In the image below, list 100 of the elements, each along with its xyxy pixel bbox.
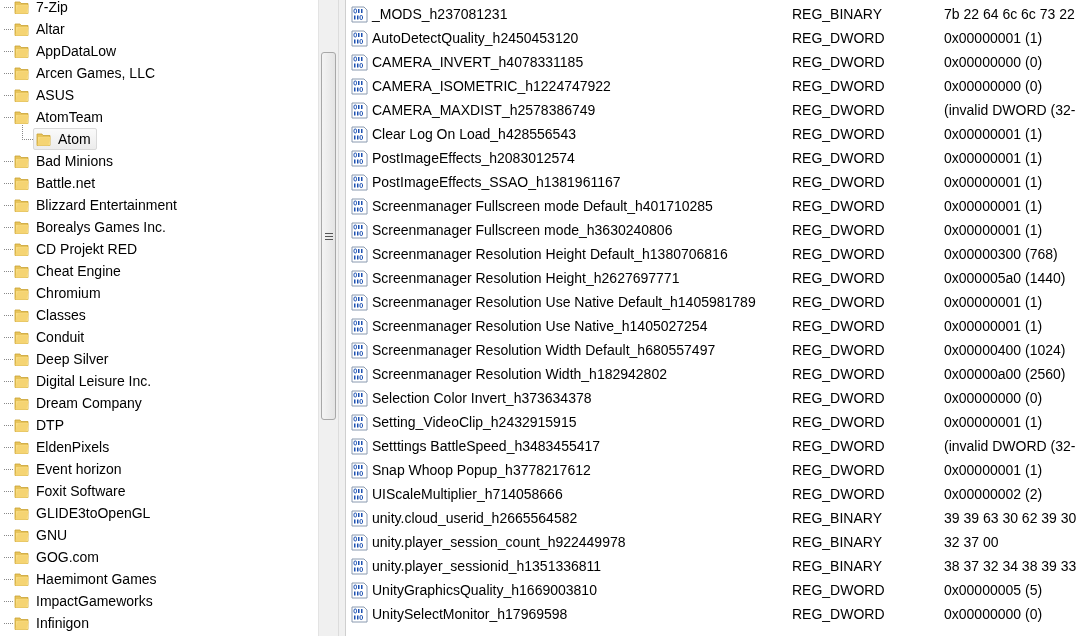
value-type: REG_DWORD [791,318,886,334]
binary-value-icon [351,245,368,263]
value-type: REG_DWORD [791,366,886,382]
folder-icon [14,351,30,367]
tree-item[interactable]: Dream Company [11,392,148,414]
folder-icon [14,219,30,235]
value-type: REG_DWORD [791,438,886,454]
value-name: Setting_VideoClip_h2432915915 [372,414,578,430]
folder-icon [14,373,30,389]
binary-value-icon [351,557,368,575]
value-type: REG_DWORD [791,342,886,358]
binary-value-icon [351,5,368,23]
scrollbar[interactable] [318,0,338,636]
value-type: REG_DWORD [791,126,886,142]
value-type: REG_DWORD [791,30,886,46]
tree-item[interactable]: Cheat Engine [11,260,127,282]
value-name: unity.player_sessionid_h1351336811 [372,558,603,574]
binary-value-icon [351,53,368,71]
value-name: Screenmanager Resolution Use Native Default_h1405981789 [372,294,757,310]
tree-item[interactable]: GNU [11,524,74,546]
value-data: 0x00000001 (1) [944,30,1044,46]
tree-item[interactable]: Bad Minions [11,150,120,172]
value-name: unity.cloud_userid_h2665564582 [372,510,579,526]
tree-item[interactable]: Chromium [11,282,107,304]
value-name: Screenmanager Fullscreen mode Default_h401710285 [372,198,714,214]
tree-item[interactable]: Deep Silver [11,348,115,370]
folder-icon [14,285,30,301]
tree-item[interactable]: Digital Leisure Inc. [11,370,158,392]
value-data: 0x00000001 (1) [944,318,1044,334]
value-data: 0x00000002 (2) [944,486,1044,502]
value-type: REG_DWORD [791,414,886,430]
value-type: REG_DWORD [791,54,886,70]
scrollbar-thumb[interactable] [321,52,336,420]
value-name: CAMERA_INVERT_h4078331185 [372,54,585,70]
folder-icon [14,0,30,15]
value-data: 39 39 63 30 62 39 30 [944,510,1078,526]
binary-value-icon [351,317,368,335]
value-data: (invalid DWORD (32- [944,102,1077,118]
value-name: PostImageEffects_h2083012574 [372,150,576,166]
tree-item[interactable]: Infinigon [11,612,95,634]
binary-value-icon [351,413,368,431]
tree-item[interactable]: Atom [33,128,97,150]
tree-item[interactable]: Conduit [11,326,91,348]
value-type: REG_DWORD [791,102,886,118]
value-data: 0x00000001 (1) [944,294,1044,310]
value-type: REG_DWORD [791,222,886,238]
folder-icon [14,153,30,169]
tree-item[interactable]: AppDataLow [11,40,123,62]
tree-item[interactable]: Arcen Games, LLC [11,62,162,84]
tree-item[interactable]: GLIDE3toOpenGL [11,502,157,524]
tree-item[interactable]: DTP [11,414,70,436]
value-data: 0x000005a0 (1440) [944,270,1067,286]
folder-icon [14,571,30,587]
binary-value-icon [351,437,368,455]
tree-item[interactable]: 7-Zip [11,0,74,18]
value-type: REG_DWORD [791,270,886,286]
tree-item[interactable]: Borealys Games Inc. [11,216,172,238]
binary-value-icon [351,389,368,407]
value-name: Screenmanager Fullscreen mode_h3630240806 [372,222,674,238]
value-name: UnitySelectMonitor_h17969598 [372,606,569,622]
folder-icon [14,307,30,323]
folder-icon [14,197,30,213]
value-type: REG_DWORD [791,78,886,94]
tree-item[interactable]: GOG.com [11,546,105,568]
folder-icon [14,175,30,191]
value-data: (invalid DWORD (32- [944,438,1077,454]
folder-icon [14,21,30,37]
value-name: CAMERA_ISOMETRIC_h1224747922 [372,78,612,94]
folder-icon [14,109,30,125]
value-data: 0x00000001 (1) [944,174,1044,190]
tree-item[interactable]: ASUS [11,84,81,106]
folder-icon [14,43,30,59]
value-type: REG_DWORD [791,582,886,598]
value-type: REG_DWORD [791,198,886,214]
folder-icon [14,87,30,103]
tree-item[interactable]: CD Projekt RED [11,238,144,260]
value-data: 0x00000001 (1) [944,150,1044,166]
binary-value-icon [351,293,368,311]
folder-icon [14,505,30,521]
tree-item[interactable]: Battle.net [11,172,102,194]
value-data: 32 37 00 [944,534,1000,550]
value-type: REG_DWORD [791,294,886,310]
tree-item[interactable]: ImpactGameworks [11,590,159,612]
binary-value-icon [351,365,368,383]
tree-item[interactable]: Event horizon [11,458,128,480]
value-name: unity.player_session_count_h922449978 [372,534,627,550]
tree-item[interactable]: Foxit Software [11,480,132,502]
value-name: Snap Whoop Popup_h3778217612 [372,462,592,478]
tree-item[interactable]: EldenPixels [11,436,116,458]
tree-item[interactable]: Altar [11,18,71,40]
value-type: REG_BINARY [791,558,883,574]
grip-icon [324,232,333,240]
tree-item[interactable]: Haemimont Games [11,568,163,590]
tree-item[interactable]: Blizzard Entertainment [11,194,183,216]
value-data: 0x00000000 (0) [944,390,1044,406]
binary-value-icon [351,149,368,167]
tree-item[interactable]: Classes [11,304,92,326]
value-type: REG_DWORD [791,486,886,502]
tree-item[interactable]: AtomTeam [11,106,109,128]
pane-splitter[interactable] [338,0,345,636]
